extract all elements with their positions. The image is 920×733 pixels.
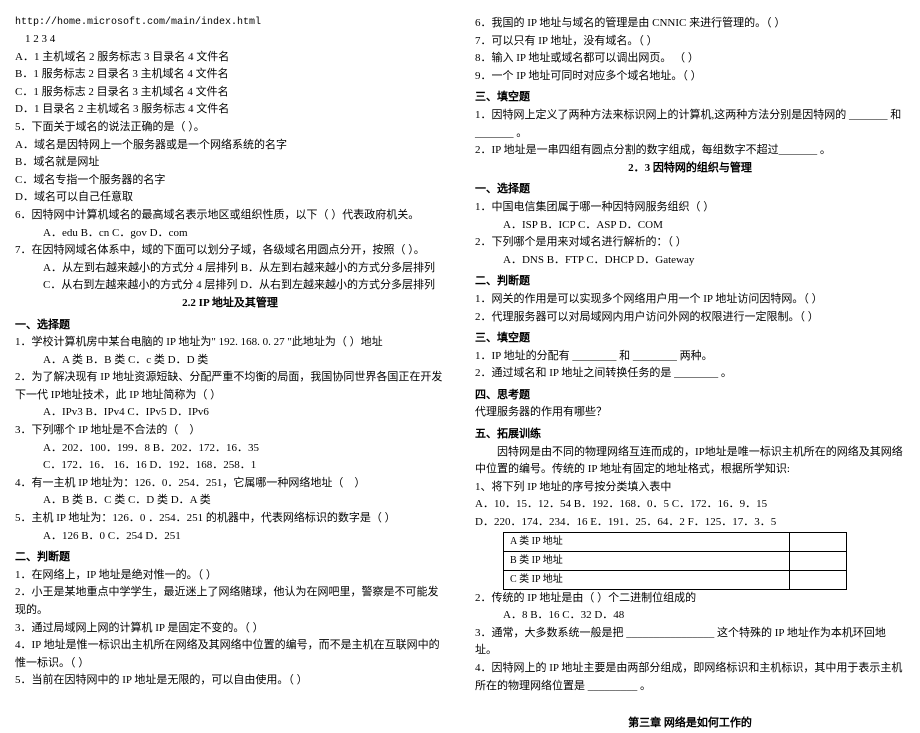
q5-opt-d: D．域名可以自己任意取 <box>15 189 445 207</box>
judge2-2: 2．代理服务器可以对局域网内用户访问外网的权限进行一定限制。（ ） <box>475 309 905 327</box>
heading-judge-1: 二、判断题 <box>15 549 445 567</box>
s23-q1: 1．中国电信集团属于哪一种因特网服务组织（ ） <box>475 199 905 217</box>
s23-q2-opts: A．DNS B．FTP C．DHCP D．Gateway <box>475 252 905 270</box>
table-row-a: A 类 IP 地址 <box>504 532 790 551</box>
section-2-2-title: 2.2 IP 地址及其管理 <box>15 295 445 313</box>
ext-q2-opts: A．8 B．16 C．32 D．48 <box>475 607 905 625</box>
s22-q4-opts: A．B 类 B．C 类 C．D 类 D．A 类 <box>15 492 445 510</box>
s22-q3: 3．下列哪个 IP 地址是不合法的（ ） <box>15 422 445 440</box>
s22-q5: 5．主机 IP 地址为：126．0 ．254．251 的机器中，代表网络标识的数… <box>15 510 445 528</box>
right-column: 6．我国的 IP 地址与域名的管理是由 CNNIC 来进行管理的。（ ） 7．可… <box>475 15 905 635</box>
judge-7: 7．可以只有 IP 地址，没有域名。（ ） <box>475 33 905 51</box>
q5-opt-c: C．域名专指一个服务器的名字 <box>15 172 445 190</box>
q4-opt-c: C．1 服务标志 2 目录名 3 主机域名 4 文件名 <box>15 84 445 102</box>
q5: 5．下面关于域名的说法正确的是（ ）。 <box>15 119 445 137</box>
q7-opt-cd: C．从右到左越来越小的方式分 4 层排列 D．从右到左越来越小的方式分多层排列 <box>15 277 445 295</box>
q4-opt-d: D．1 目录名 2 主机域名 3 服务标志 4 文件名 <box>15 101 445 119</box>
q7-opt-ab: A．从左到右越来越小的方式分 4 层排列 B．从左到右越来越小的方式分多层排列 <box>15 260 445 278</box>
heading-select-1: 一、选择题 <box>15 317 445 335</box>
judge-1: 1．在网络上，IP 地址是绝对惟一的。（ ） <box>15 567 445 585</box>
s23-q2: 2．下列哪个是用来对域名进行解析的：（ ） <box>475 234 905 252</box>
judge-6: 6．我国的 IP 地址与域名的管理是由 CNNIC 来进行管理的。（ ） <box>475 15 905 33</box>
s22-q2: 2．为了解决现有 IP 地址资源短缺、分配严重不均衡的局面，我国协同世界各国正在… <box>15 369 445 404</box>
judge-8: 8．输入 IP 地址或域名都可以调出网页。 （ ） <box>475 50 905 68</box>
ext-q1-opts-1: A．10．15．12．54 B．192．168．0．5 C．172．16．9．1… <box>475 496 905 514</box>
s22-q3-opts-2: C．172．16． 16．16 D．192．168．258．1 <box>15 457 445 475</box>
ip-class-table: A 类 IP 地址 B 类 IP 地址 C 类 IP 地址 <box>503 532 847 590</box>
left-column: http://home.microsoft.com/main/index.htm… <box>15 15 445 635</box>
ext-q4: 4．因特网上的 IP 地址主要是由两部分组成，即网络标识和主机标识，其中用于表示… <box>475 660 905 695</box>
think-q: 代理服务器的作用有哪些？ <box>475 404 905 422</box>
ext-q2: 2．传统的 IP 地址是由（ ）个二进制位组成的 <box>475 590 905 608</box>
ext-q1-opts-2: D．220．174．234．16 E．191．25．64．2 F．125．17．… <box>475 514 905 532</box>
url-line: http://home.microsoft.com/main/index.htm… <box>15 15 445 31</box>
s22-q4: 4．有一主机 IP 地址为：126．0．254．251，它属哪一种网络地址（ ） <box>15 475 445 493</box>
judge-4: 4．IP 地址是惟一标识出主机所在网络及其网络中位置的编号，而不是主机在互联网中… <box>15 637 445 672</box>
table-row-b: B 类 IP 地址 <box>504 551 790 570</box>
q7: 7．在因特网域名体系中，域的下面可以划分子域，各级域名用圆点分开，按照（ ）。 <box>15 242 445 260</box>
chapter-3-title: 第三章 网络是如何工作的 <box>475 715 905 733</box>
table-row-c: C 类 IP 地址 <box>504 570 790 589</box>
num-labels: 1 2 3 4 <box>15 31 445 49</box>
q6-opts: A．edu B．cn C．gov D．com <box>15 225 445 243</box>
q4-opt-a: A．1 主机域名 2 服务标志 3 目录名 4 文件名 <box>15 49 445 67</box>
judge-9: 9．一个 IP 地址可同时对应多个域名地址。（ ） <box>475 68 905 86</box>
ext-q3: 3．通常，大多数系统一般是把 ________________ 这个特殊的 IP… <box>475 625 905 660</box>
q5-opt-a: A．域名是因特网上一个服务器或是一个网络系统的名字 <box>15 137 445 155</box>
fill2-1: 1．IP 地址的分配有 ________ 和 ________ 两种。 <box>475 348 905 366</box>
heading-think: 四、思考题 <box>475 387 905 405</box>
ext-intro: 因特网是由不同的物理网络互连而成的，IP地址是唯一标识主机所在的网络及其网络中位… <box>475 444 905 479</box>
fill2-2: 2．通过域名和 IP 地址之间转换任务的是 ________ 。 <box>475 365 905 383</box>
s22-q5-opts: A．126 B．0 C．254 D．251 <box>15 528 445 546</box>
s22-q2-opts: A．IPv3 B．IPv4 C．IPv5 D．IPv6 <box>15 404 445 422</box>
q5-opt-b: B．域名就是网址 <box>15 154 445 172</box>
q4-opt-b: B．1 服务标志 2 目录名 3 主机域名 4 文件名 <box>15 66 445 84</box>
heading-ext: 五、拓展训练 <box>475 426 905 444</box>
judge-2: 2．小王是某地重点中学学生，最近迷上了网络赌球，他认为在网吧里，警察是不可能发现… <box>15 584 445 619</box>
s22-q1-opts: A．A 类 B．B 类 C．c 类 D．D 类 <box>15 352 445 370</box>
fill-2: 2．IP 地址是一串四组有圆点分割的数字组成，每组数字不超过_______ 。 <box>475 142 905 160</box>
fill-1: 1．因特网上定义了两种方法来标识网上的计算机,这两种方法分别是因特网的 ____… <box>475 107 905 142</box>
heading-judge-2: 二、判断题 <box>475 273 905 291</box>
heading-select-2: 一、选择题 <box>475 181 905 199</box>
q6: 6．因特网中计算机域名的最高域名表示地区或组织性质，以下（ ）代表政府机关。 <box>15 207 445 225</box>
judge-3: 3．通过局域网上网的计算机 IP 是固定不变的。（ ） <box>15 620 445 638</box>
judge-5: 5．当前在因特网中的 IP 地址是无限的，可以自由使用。（ ） <box>15 672 445 690</box>
s23-q1-opts: A．ISP B．ICP C．ASP D．COM <box>475 217 905 235</box>
s22-q1: 1．学校计算机房中某台电脑的 IP 地址为" 192. 168. 0. 27 "… <box>15 334 445 352</box>
heading-fill-1: 三、填空题 <box>475 89 905 107</box>
heading-fill-2: 三、填空题 <box>475 330 905 348</box>
judge2-1: 1．网关的作用是可以实现多个网络用户用一个 IP 地址访问因特网。（ ） <box>475 291 905 309</box>
section-2-3-title: 2．3 因特网的组织与管理 <box>475 160 905 178</box>
s22-q3-opts-1: A．202．100．199．8 B．202．172．16．35 <box>15 440 445 458</box>
ext-q1: 1、将下列 IP 地址的序号按分类填入表中 <box>475 479 905 497</box>
